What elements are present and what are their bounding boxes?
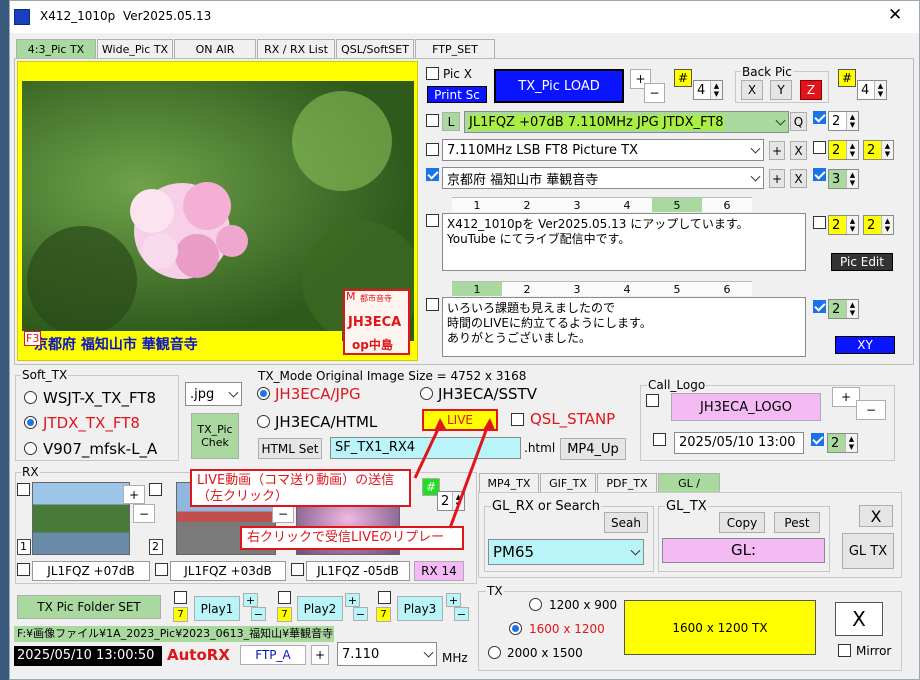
memo-tab-4[interactable]: 4	[602, 197, 652, 212]
play2-button[interactable]: Play2	[297, 596, 343, 621]
gl-rx-combo[interactable]: PM65	[488, 539, 644, 565]
memo-tab-3[interactable]: 3	[552, 281, 602, 296]
play2-minus-button[interactable]: −	[353, 607, 368, 621]
chevron-down-icon	[630, 545, 641, 556]
tx-send-button[interactable]: 1600 x 1200 TX	[624, 600, 816, 655]
play2-checkbox[interactable]	[278, 591, 291, 604]
tab-pdf-tx[interactable]: PDF_TX	[597, 473, 657, 492]
gl-tx-field[interactable]: GL:	[662, 538, 825, 563]
freq-plus-button[interactable]: +	[311, 645, 329, 665]
tx-title: TX	[486, 584, 504, 598]
play3-checkbox[interactable]	[378, 591, 391, 604]
size-2000-radio[interactable]	[488, 646, 501, 659]
gl-tx-button[interactable]: GL TX	[842, 533, 894, 569]
memo-tab-2[interactable]: 2	[502, 197, 552, 212]
gl-tx-title: GL_TX	[665, 499, 708, 514]
tab-gif-tx[interactable]: GIF_TX	[540, 473, 596, 492]
memo-tab-3[interactable]: 3	[552, 197, 602, 212]
tx-cancel-button[interactable]: X	[835, 602, 883, 636]
size-2000-label: 2000 x 1500	[507, 646, 583, 660]
mirror-checkbox[interactable]	[838, 644, 851, 657]
play1-checkbox[interactable]	[174, 591, 187, 604]
memo-tab-6[interactable]: 6	[702, 281, 752, 296]
ftp-a-button[interactable]: FTP_A	[240, 645, 306, 665]
memo-tab-1[interactable]: 1	[452, 281, 502, 296]
memo-tab-6[interactable]: 6	[702, 197, 752, 212]
app-window: X412_1010p Ver2025.05.13 ✕ 4:3_Pic TX Wi…	[9, 0, 920, 680]
clock-display: 2025/05/10 13:00:50	[14, 646, 162, 666]
memo-tab-5[interactable]: 5	[652, 197, 702, 212]
seah-button[interactable]: Seah	[604, 512, 648, 533]
mirror-label: Mirror	[856, 644, 892, 658]
gl-rx-title: GL_RX or Search	[491, 499, 601, 514]
size-1200-label: 1200 x 900	[549, 598, 618, 612]
play3-minus-button[interactable]: −	[454, 607, 469, 621]
frequency-combo[interactable]: 7.110	[337, 642, 437, 666]
memo-tab-2[interactable]: 2	[502, 281, 552, 296]
play2-plus-button[interactable]: +	[345, 593, 360, 607]
size-1600-radio[interactable]	[509, 622, 522, 635]
play3-speed[interactable]: 7	[376, 607, 391, 622]
size-1200-radio[interactable]	[529, 598, 542, 611]
tab-gl[interactable]: GL /	[658, 473, 720, 492]
play2-speed[interactable]: 7	[277, 607, 292, 622]
play3-button[interactable]: Play3	[397, 596, 443, 621]
autorx-label: AutoRX	[167, 646, 230, 664]
memo-tab-5[interactable]: 5	[652, 281, 702, 296]
mhz-label: MHz	[442, 651, 468, 665]
desktop-strip	[0, 0, 9, 680]
gl-copy-button[interactable]: Copy	[719, 512, 765, 533]
folder-path: F:¥画像ファイル¥1A_2023_Pic¥2023_0613_福知山¥華観音寺	[14, 626, 334, 642]
size-1600-label: 1600 x 1200	[529, 622, 605, 636]
folder-set-button[interactable]: TX Pic Folder SET	[17, 595, 161, 619]
memo-tab-1[interactable]: 1	[452, 197, 502, 212]
tab-mp4-tx[interactable]: MP4_TX	[479, 473, 539, 492]
play1-button[interactable]: Play1	[194, 596, 240, 621]
play1-speed[interactable]: 7	[173, 607, 188, 622]
gl-clear-button[interactable]: X	[859, 505, 893, 527]
play1-minus-button[interactable]: −	[251, 607, 266, 621]
play1-plus-button[interactable]: +	[243, 593, 258, 607]
gl-paste-button[interactable]: Pest	[774, 512, 820, 533]
callout-arrows	[413, 418, 495, 529]
memo-tab-4[interactable]: 4	[602, 281, 652, 296]
chevron-down-icon	[423, 647, 434, 658]
play3-plus-button[interactable]: +	[446, 593, 461, 607]
